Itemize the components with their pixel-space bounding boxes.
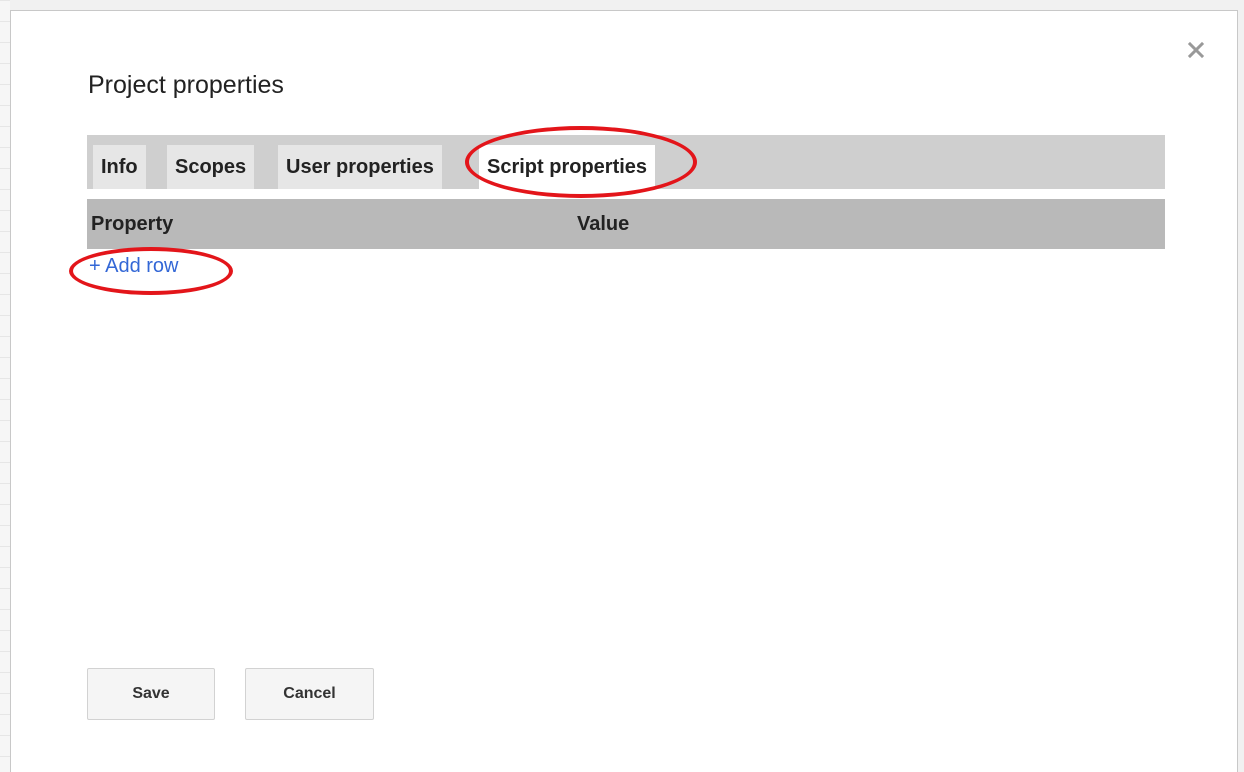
properties-table-header: Property Value [87,199,1165,249]
cancel-button[interactable]: Cancel [245,668,374,720]
dialog-title: Project properties [88,71,284,99]
project-properties-dialog: Project properties Info Scopes User prop… [10,10,1238,772]
column-header-value: Value [577,213,630,235]
tab-user-properties[interactable]: User properties [278,145,442,189]
add-row-link[interactable]: + Add row [89,255,179,278]
close-icon[interactable] [1185,39,1207,61]
background-spreadsheet-edge [0,0,10,772]
tab-script-properties[interactable]: Script properties [479,145,656,189]
save-button[interactable]: Save [87,668,215,720]
tab-strip: Info Scopes User properties Script prope… [87,135,1165,189]
tab-info[interactable]: Info [93,145,146,189]
column-header-property: Property [91,213,174,235]
tab-scopes[interactable]: Scopes [167,145,255,189]
